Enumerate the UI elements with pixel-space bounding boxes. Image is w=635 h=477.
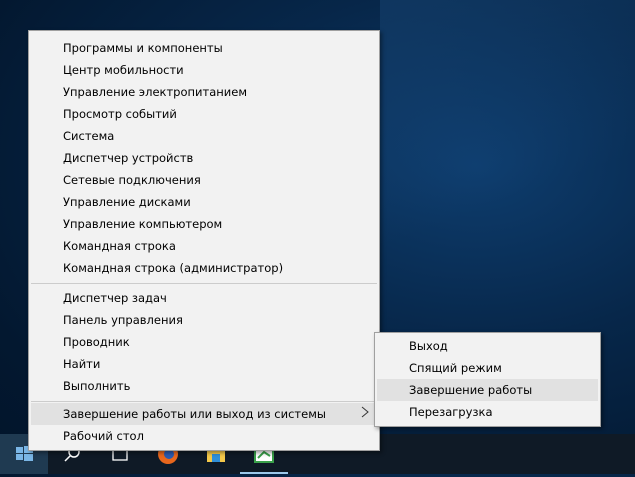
menu-item-run[interactable]: Выполнить [31,375,377,397]
menu-item-events[interactable]: Просмотр событий [31,103,377,125]
menu-item-disks[interactable]: Управление дисками [31,191,377,213]
menu-item-cmd[interactable]: Командная строка [31,235,377,257]
submenu-item-restart[interactable]: Перезагрузка [377,401,598,423]
submenu-item-signout[interactable]: Выход [377,335,598,357]
separator [31,401,377,402]
chevron-right-icon [361,403,369,425]
submenu-item-sleep[interactable]: Спящий режим [377,357,598,379]
menu-item-shutdown-signout[interactable]: Завершение работы или выход из системы [31,403,377,425]
menu-item-cmd-admin[interactable]: Командная строка (администратор) [31,257,377,279]
shutdown-label: Завершение работы или выход из системы [63,407,326,421]
menu-item-search[interactable]: Найти [31,353,377,375]
menu-item-mobility[interactable]: Центр мобильности [31,59,377,81]
winx-context-menu: Программы и компоненты Центр мобильности… [28,30,380,451]
submenu-item-shutdown[interactable]: Завершение работы [377,379,598,401]
menu-item-explorer[interactable]: Проводник [31,331,377,353]
menu-item-device-manager[interactable]: Диспетчер устройств [31,147,377,169]
menu-item-control-panel[interactable]: Панель управления [31,309,377,331]
menu-item-power[interactable]: Управление электропитанием [31,81,377,103]
menu-item-task-manager[interactable]: Диспетчер задач [31,287,377,309]
menu-item-computer-management[interactable]: Управление компьютером [31,213,377,235]
menu-item-desktop[interactable]: Рабочий стол [31,425,377,447]
menu-item-system[interactable]: Система [31,125,377,147]
shutdown-submenu: Выход Спящий режим Завершение работы Пер… [374,332,601,427]
menu-item-programs[interactable]: Программы и компоненты [31,37,377,59]
separator [31,283,377,284]
wallpaper-light [380,0,635,260]
menu-item-network[interactable]: Сетевые подключения [31,169,377,191]
